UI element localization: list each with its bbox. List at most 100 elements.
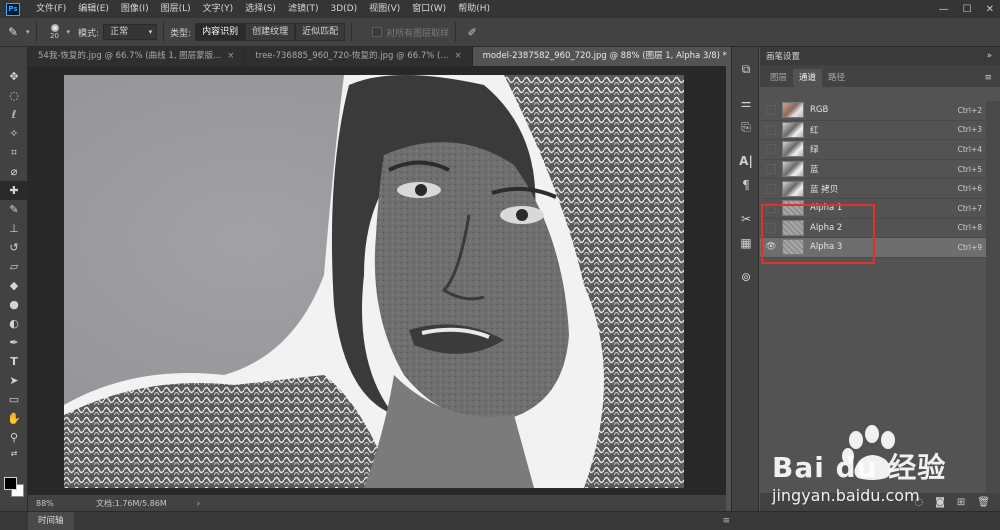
color-swatches[interactable] — [4, 477, 26, 499]
history-icon[interactable]: ⧉ — [732, 57, 760, 81]
chevron-down-icon[interactable]: ▾ — [67, 28, 71, 36]
history-brush-tool-icon[interactable]: ↺ — [0, 238, 28, 257]
type-button[interactable]: 近似匹配 — [295, 23, 346, 41]
menu-item[interactable]: 图层(L) — [155, 0, 197, 18]
document-tab-label: 54我-恢复的.jpg @ 66.7% (曲线 1, 图层蒙版... — [38, 51, 222, 61]
type-tool-icon[interactable]: T — [0, 352, 28, 371]
document-size: 文档:1.76M/5.86M — [96, 498, 167, 508]
swap-colors-icon[interactable]: ⇄ — [0, 447, 28, 459]
move-tool-icon[interactable]: ✥ — [0, 67, 28, 86]
eraser-tool-icon[interactable]: ▱ — [0, 257, 28, 276]
sample-all-layers-checkbox[interactable] — [372, 27, 383, 37]
brush-tip-icon — [50, 24, 59, 32]
quick-select-tool-icon[interactable]: ✧ — [0, 124, 28, 143]
panel-tab[interactable]: 图层 — [764, 69, 793, 87]
zoom-level[interactable]: 88% — [36, 499, 86, 508]
panel-tab-list: 图层 通道 路径 — [764, 69, 851, 87]
visibility-eye-icon[interactable] — [766, 105, 776, 116]
menu-item[interactable]: 窗口(W) — [406, 0, 452, 18]
channel-shortcut: Ctrl+5 — [957, 164, 982, 174]
channel-row[interactable]: 红 Ctrl+3 — [760, 121, 986, 141]
menu-item[interactable]: 滤镜(T) — [282, 0, 325, 18]
menu-item[interactable]: 3D(D) — [324, 0, 363, 18]
tool-preset-dropdown[interactable]: ▾ — [26, 28, 30, 36]
document-canvas[interactable] — [64, 75, 684, 488]
hand-tool-icon[interactable]: ✋ — [0, 409, 28, 428]
brush-settings-title[interactable]: 画笔设置 — [766, 50, 800, 62]
panel-tab[interactable]: 通道 — [793, 69, 823, 87]
brush-preset-picker[interactable]: 20 — [43, 24, 67, 40]
close-icon[interactable]: ✕ — [986, 4, 994, 15]
minimize-icon[interactable]: — — [939, 4, 949, 15]
options-bar: ✎ ▾ 20 ▾ 模式: 正常 ▾ 类型: 内容识别 创建纹理 近似匹配 对所有图层… — [0, 18, 1000, 47]
maximize-icon[interactable]: ☐ — [963, 4, 972, 15]
status-bar: 88% 文档:1.76M/5.86M › — [28, 495, 726, 511]
brush-settings-icon[interactable]: ▦ — [732, 231, 760, 255]
pen-tool-icon[interactable]: ✒ — [0, 333, 28, 352]
channel-thumbnail — [782, 102, 804, 119]
menu-item[interactable]: 视图(V) — [363, 0, 406, 18]
timeline-tab[interactable]: 时间轴 — [28, 511, 74, 530]
eyedropper-tool-icon[interactable]: ⌀ — [0, 162, 28, 181]
channel-shortcut: Ctrl+2 — [957, 105, 982, 115]
document-tab[interactable]: 54我-恢复的.jpg @ 66.7% (曲线 1, 图层蒙版... × — [28, 47, 246, 66]
crop-tool-icon[interactable]: ⌗ — [0, 143, 28, 162]
zoom-tool-icon[interactable]: ⚲ — [0, 428, 28, 447]
document-image — [64, 75, 684, 488]
menu-bar: Ps 文件(F) 编辑(E) 图像(I) 图层(L) 文字(Y) 选择(S) 滤镜(T) 3D… — [0, 0, 1000, 18]
canvas-area[interactable] — [28, 66, 726, 495]
timeline-menu-icon[interactable]: ≡ — [722, 516, 730, 526]
menu-item[interactable]: 图像(I) — [115, 0, 155, 18]
layer-comps-icon[interactable]: ⎘ — [732, 115, 760, 139]
paragraph-icon[interactable]: ¶ — [732, 173, 760, 197]
spot-healing-brush-icon[interactable]: ✎ — [0, 25, 26, 39]
panel-tabs: 图层 通道 路径 ≡ — [760, 65, 1000, 87]
menu-item[interactable]: 选择(S) — [239, 0, 282, 18]
document-tab[interactable]: model-2387582_960_720.jpg @ 88% (图层 1, A… — [472, 47, 752, 66]
channel-thumbnail — [782, 161, 804, 178]
libraries-icon[interactable]: ⊚ — [732, 265, 760, 289]
healing-brush-tool-icon[interactable]: ✚ — [0, 181, 28, 200]
channel-shortcut: Ctrl+8 — [957, 223, 982, 233]
path-select-tool-icon[interactable]: ➤ — [0, 371, 28, 390]
collapse-icon[interactable]: » — [987, 51, 992, 61]
menu-item[interactable]: 文件(F) — [30, 0, 72, 18]
close-tab-icon[interactable]: × — [227, 51, 234, 61]
visibility-eye-icon[interactable] — [766, 164, 776, 175]
panel-menu-icon[interactable]: ≡ — [984, 73, 992, 83]
channel-shortcut: Ctrl+7 — [957, 203, 982, 213]
visibility-eye-icon[interactable] — [766, 124, 776, 135]
menu-item[interactable]: 编辑(E) — [72, 0, 115, 18]
mode-select[interactable]: 正常 ▾ — [103, 24, 158, 40]
visibility-eye-icon[interactable] — [766, 144, 776, 155]
document-tab[interactable]: tree-736885_960_720-恢复的.jpg @ 66.7% (...… — [245, 47, 473, 66]
brush-tool-icon[interactable]: ✎ — [0, 200, 28, 219]
channel-row[interactable]: 绿 Ctrl+4 — [760, 140, 986, 160]
menu-item[interactable]: 文字(Y) — [197, 0, 240, 18]
type-button[interactable]: 创建纹理 — [245, 23, 296, 41]
pressure-size-icon[interactable]: ✐ — [462, 26, 482, 39]
blur-tool-icon[interactable]: ● — [0, 295, 28, 314]
channel-row[interactable]: RGB Ctrl+2 — [760, 101, 986, 121]
clone-stamp-tool-icon[interactable]: ⊥ — [0, 219, 28, 238]
lasso-tool-icon[interactable]: ℓ — [0, 105, 28, 124]
channel-row[interactable]: 蓝 Ctrl+5 — [760, 160, 986, 180]
menu-item[interactable]: 帮助(H) — [452, 0, 496, 18]
watermark-url: jingyan.baidu.com — [772, 486, 920, 505]
status-menu-arrow[interactable]: › — [197, 499, 200, 508]
timeline-panel-bar: 时间轴 ≡ — [0, 511, 1000, 530]
panel-scrollbar[interactable] — [986, 101, 1000, 493]
foreground-color[interactable] — [4, 477, 17, 490]
panel-tab[interactable]: 路径 — [822, 69, 851, 87]
adjustments-icon[interactable]: ⚌ — [732, 91, 760, 115]
type-button[interactable]: 内容识别 — [195, 23, 246, 41]
dodge-tool-icon[interactable]: ◐ — [0, 314, 28, 333]
tools-presets-icon[interactable]: ✂ — [732, 207, 760, 231]
channel-row[interactable]: 蓝 拷贝 Ctrl+6 — [760, 179, 986, 199]
rectangle-tool-icon[interactable]: ▭ — [0, 390, 28, 409]
visibility-eye-icon[interactable] — [766, 183, 776, 194]
marquee-tool-icon[interactable]: ◌ — [0, 86, 28, 105]
close-tab-icon[interactable]: × — [454, 51, 461, 61]
character-icon[interactable]: A| — [732, 149, 760, 173]
gradient-tool-icon[interactable]: ◆ — [0, 276, 28, 295]
